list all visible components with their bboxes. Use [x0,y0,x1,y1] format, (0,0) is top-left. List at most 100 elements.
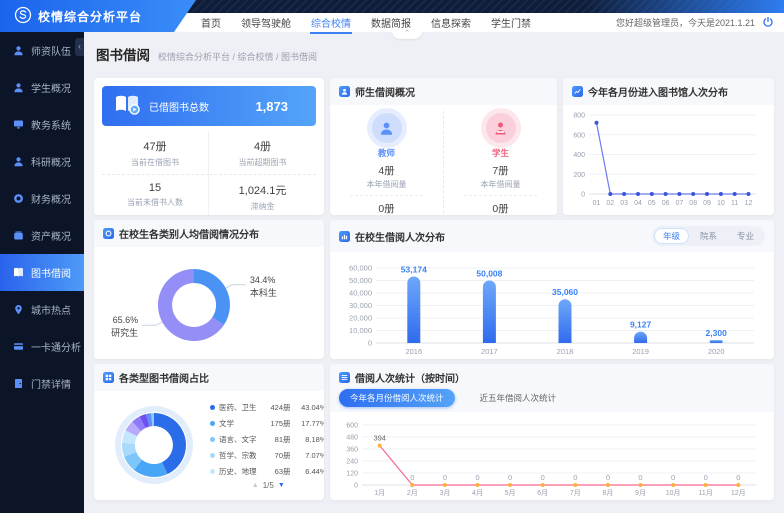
legend-count: 175册 [261,418,291,429]
time-stats-buttons: 今年各月份借阅人次统计近五年借阅人次统计 [330,389,774,412]
ts-group-name: 学生 [444,147,557,159]
legend-row-5[interactable]: 历史、地理63册6.44% [210,463,324,479]
legend-row-2[interactable]: 文学175册17.77% [210,415,324,431]
svg-text:120: 120 [346,471,358,478]
platform-logo-icon [14,6,32,27]
sidebar-item-person-学生概况[interactable]: 学生概况 [0,69,84,106]
svg-text:2,300: 2,300 [706,328,728,338]
student-borrow-tabs: 年级院系专业 [652,226,765,246]
pager-down-icon[interactable]: ▼ [278,482,285,489]
nav-item-3[interactable]: 综合校情 [310,13,352,32]
sidebar-item-pin-城市热点[interactable]: 城市热点 [0,291,84,328]
svg-text:60,000: 60,000 [349,264,372,273]
person-icon [13,82,24,93]
legend-dot [210,405,215,410]
stat-value: 15 [106,182,204,194]
time-stats-button-2[interactable]: 近五年借阅人次统计 [469,389,568,407]
legend-dot [210,453,215,458]
nav-item-5[interactable]: 信息探索 [430,13,472,32]
monthly-entry-title: 今年各月份进入图书馆人次分布 [588,84,728,99]
legend-row-1[interactable]: 医药、卫生424册43.04% [210,399,324,415]
legend-dot [210,421,215,426]
svg-text:1月: 1月 [374,489,385,497]
sidebar-item-coin-财务概况[interactable]: 财务概况 [0,180,84,217]
sidebar-item-box-资产概况[interactable]: 资产概况 [0,217,84,254]
top-nav: 首页领导驾驶舱综合校情数据简报信息探索学生门禁 [200,13,532,32]
monthly-entry-chart: 0200400600800010203040506070809101112 [563,105,774,211]
legend-count: 424册 [261,402,291,413]
legend-name: 哲学、宗教 [219,450,257,461]
card-time-stats: 借阅人次统计（按时间） 今年各月份借阅人次统计近五年借阅人次统计 0120240… [330,364,774,500]
svg-text:01: 01 [593,200,601,207]
logout-power-icon[interactable] [762,16,774,30]
sidebar-item-label: 教务系统 [31,117,71,132]
sidebar-item-person-师资队伍[interactable]: 师资队伍 [0,32,84,69]
line-chart-icon [572,86,583,97]
card-book-type: 各类型图书借阅占比 医药、卫生424册43.04%文学175册17.77%语言、… [94,364,324,500]
student-avatar-icon [486,113,516,143]
pager-up-icon[interactable]: ▲ [252,482,259,489]
book-icon [13,267,24,278]
book-type-head: 各类型图书借阅占比 [94,364,324,391]
sidebar-item-person-科研概况[interactable]: 科研概况 [0,143,84,180]
legend-name: 历史、地理 [219,466,257,477]
sidebar-item-label: 资产概况 [31,228,71,243]
svg-text:04: 04 [634,200,642,207]
nav-collapse-handle[interactable]: ⌃ [392,30,422,39]
box-icon [13,230,24,241]
sidebar-item-monitor-教务系统[interactable]: 教务系统 [0,106,84,143]
svg-text:65.6%: 65.6% [113,315,139,325]
ts-label: 本年借阅量 [330,179,443,190]
svg-text:2月: 2月 [407,489,418,497]
door-icon [13,378,24,389]
summary-stat-2: 4册当前超期图书 [209,131,316,175]
coin-icon [13,193,24,204]
svg-text:0: 0 [368,339,372,348]
svg-text:2017: 2017 [481,347,498,356]
svg-text:09: 09 [703,200,711,207]
svg-text:6月: 6月 [537,489,548,497]
legend-name: 医药、卫生 [219,402,257,413]
sidebar-item-book-图书借阅[interactable]: 图书借阅 [0,254,84,291]
nav-item-6[interactable]: 学生门禁 [490,13,532,32]
sidebar-item-label: 科研概况 [31,154,71,169]
svg-text:7月: 7月 [570,489,581,497]
sidebar-item-label: 师资队伍 [31,43,71,58]
svg-text:10月: 10月 [666,489,681,497]
svg-text:360: 360 [346,447,358,454]
sidebar-item-card-一卡通分析[interactable]: 一卡通分析 [0,328,84,365]
svg-text:11月: 11月 [699,489,713,497]
platform-logo[interactable]: 校情综合分析平台 [0,0,196,32]
legend-row-3[interactable]: 语言、文字81册8.18% [210,431,324,447]
legend-row-4[interactable]: 哲学、宗教70册7.07% [210,447,324,463]
tab-3[interactable]: 专业 [728,228,763,244]
svg-text:06: 06 [662,200,670,207]
header-right: 您好超级管理员，今天是2021.1.21 [616,13,774,32]
student-borrow-head: 在校生借阅人次分布 年级院系专业 [330,220,774,252]
ts-divider [464,195,537,196]
svg-text:9月: 9月 [635,489,646,497]
nav-item-1[interactable]: 首页 [200,13,222,32]
svg-text:12月: 12月 [731,489,746,497]
platform-logo-text: 校情综合分析平台 [38,8,142,25]
svg-text:200: 200 [573,172,585,179]
borrowed-total-banner[interactable]: 已借图书总数 1,873 [102,86,316,126]
per-capita-chart: 34.4%本科生65.6%研究生 [94,247,324,359]
teacher-student-body: 教师4册本年借阅量0册本月借阅量学生7册本年借阅量0册本月借阅量 [330,105,557,215]
svg-text:50,008: 50,008 [476,269,502,279]
stat-label: 滞纳金 [213,201,312,212]
svg-text:10: 10 [717,200,725,207]
bar-chart-icon [339,231,350,242]
nav-item-2[interactable]: 领导驾驶舱 [240,13,292,32]
sidebar-item-label: 图书借阅 [31,265,71,280]
legend-dot [210,469,215,474]
time-stats-button-1[interactable]: 今年各月份借阅人次统计 [339,389,455,407]
sidebar-collapse-icon[interactable]: ‹ [75,38,84,56]
svg-text:240: 240 [346,459,358,466]
svg-text:2019: 2019 [632,347,649,356]
tab-1[interactable]: 年级 [654,228,689,244]
tab-2[interactable]: 院系 [691,228,726,244]
ts-label: 本年借阅量 [444,179,557,190]
sidebar-item-door-门禁详情[interactable]: 门禁详情 [0,365,84,402]
svg-text:400: 400 [573,152,585,159]
